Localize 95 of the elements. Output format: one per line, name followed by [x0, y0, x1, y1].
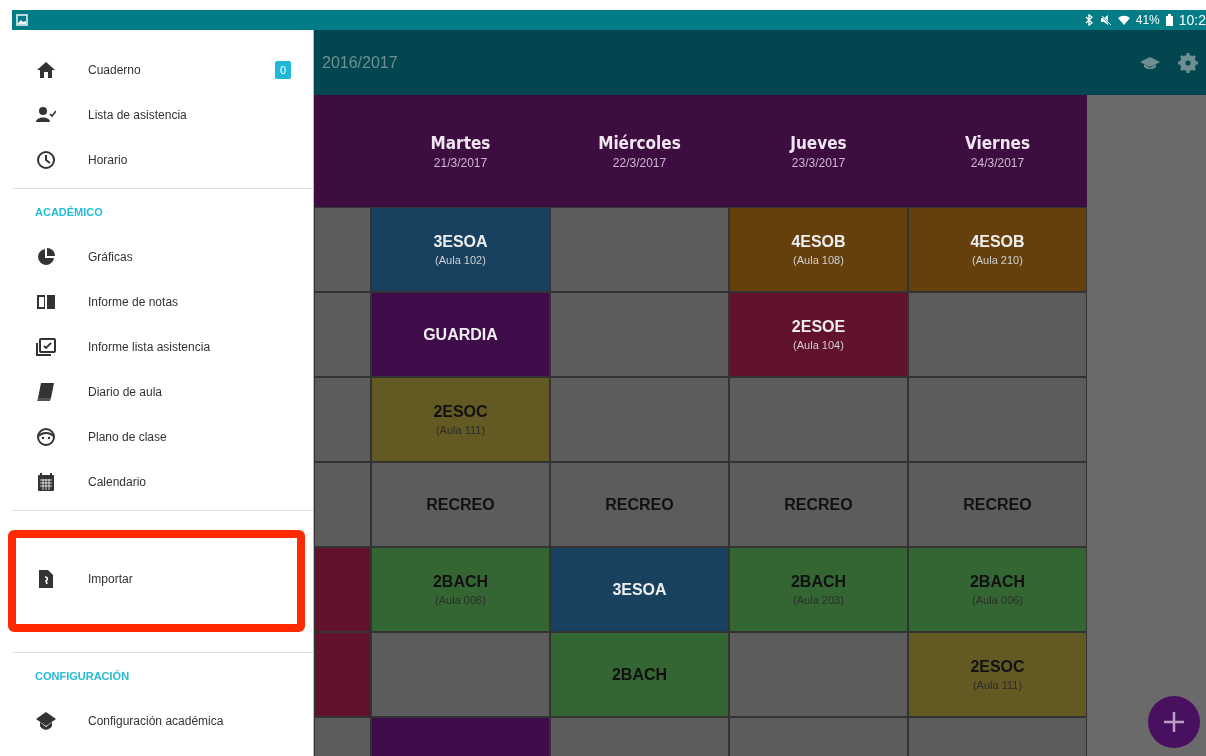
- class-name: RECREO: [963, 495, 1032, 514]
- timetable-cell[interactable]: [729, 377, 908, 462]
- day-date: 21/3/2017: [433, 155, 488, 170]
- drawer-item-label: Importar: [88, 571, 134, 586]
- timetable-cell[interactable]: [314, 632, 371, 717]
- drawer-item-label: Plano de clase: [88, 429, 168, 444]
- drawer-item[interactable]: Lista de asistencia: [12, 92, 313, 137]
- clock-time: 10:2: [1178, 12, 1206, 28]
- drawer-item-label: Informe de notas: [88, 294, 180, 309]
- drawer-item[interactable]: Gráficas: [12, 234, 313, 279]
- class-name: 2ESOE: [791, 318, 846, 336]
- timetable-cell[interactable]: [314, 207, 371, 292]
- day-date: 23/3/2017: [791, 155, 846, 170]
- settings-icon[interactable]: [1178, 52, 1198, 73]
- class-name: RECREO: [784, 495, 853, 514]
- class-name: 2ESOC: [433, 403, 488, 421]
- drawer-item-label: Cuaderno: [88, 62, 142, 77]
- day-name: Jueves: [790, 132, 847, 153]
- count-badge: 0: [274, 60, 291, 79]
- timetable-cell[interactable]: [908, 292, 1087, 377]
- image-icon: [16, 14, 28, 26]
- class-name: 4ESOB: [970, 233, 1025, 251]
- day-name: Viernes: [964, 132, 1031, 153]
- room-label: (Aula 108): [793, 254, 844, 266]
- drawer-item-label: Configuración académica: [88, 713, 225, 728]
- drawer-item[interactable]: Diario de aula: [12, 369, 313, 414]
- class-name: GUARDIA: [423, 325, 498, 344]
- timetable-cell[interactable]: 4ESOB (Aula 108): [729, 207, 908, 292]
- bluetooth-icon: [1083, 14, 1094, 26]
- person-check-icon: [36, 104, 56, 125]
- drawer-item[interactable]: Calendario: [12, 459, 313, 504]
- book-icon: [36, 381, 56, 402]
- drawer-item[interactable]: Informe de notas: [12, 279, 313, 324]
- class-name: 4ESOB: [791, 233, 846, 251]
- timetable-cell[interactable]: 2ESOE (Aula 104): [729, 292, 908, 377]
- battery-icon: [1165, 14, 1173, 26]
- document-icon: [36, 568, 56, 589]
- room-label: (Aula 104): [793, 339, 844, 351]
- timetable-cell[interactable]: GUARDIA: [371, 292, 550, 377]
- timetable-cell[interactable]: [314, 292, 371, 377]
- app-bar-title: 2016/2017: [322, 53, 399, 72]
- class-name: 2BACH: [969, 573, 1026, 591]
- class-name: 2BACH: [432, 573, 489, 591]
- drawer-item[interactable]: Configuración académica: [12, 698, 313, 743]
- class-name: RECREO: [605, 495, 674, 514]
- timetable-cell[interactable]: [314, 547, 371, 632]
- drawer-item[interactable]: Informe lista asistencia: [12, 324, 313, 369]
- day-name: Martes: [430, 132, 491, 153]
- timetable-cell[interactable]: 3ESOA: [550, 547, 729, 632]
- wifi-icon: [1117, 14, 1130, 26]
- calendar-check-icon: [36, 336, 56, 357]
- timetable-cell[interactable]: [314, 462, 371, 547]
- class-name: 2ESOC: [970, 658, 1025, 676]
- plus-icon: [1162, 710, 1186, 734]
- day-date: 22/3/2017: [612, 155, 667, 170]
- class-name: 2BACH: [611, 665, 668, 684]
- drawer-item[interactable]: Plano de clase: [12, 414, 313, 459]
- drawer-item-label: Lista de asistencia: [88, 107, 188, 122]
- timetable-cell[interactable]: [371, 632, 550, 717]
- section-header: CONFIGURACIÓN: [34, 669, 131, 684]
- graduation-cap-icon: [36, 710, 56, 731]
- face-icon: [36, 426, 56, 447]
- drawer-item-label: Gráficas: [88, 249, 134, 264]
- section-header: ACADÉMICO: [34, 205, 104, 220]
- timetable-cell[interactable]: [314, 377, 371, 462]
- drawer-item[interactable]: Importar: [12, 556, 313, 601]
- clock-icon: [36, 149, 56, 170]
- drawer-item[interactable]: Horario: [12, 137, 313, 182]
- class-name: 3ESOA: [612, 580, 667, 599]
- day-name: Miércoles: [598, 132, 681, 153]
- timetable-cell[interactable]: [729, 632, 908, 717]
- timetable-cell[interactable]: [550, 377, 729, 462]
- class-name: 3ESOA: [433, 233, 488, 251]
- drawer-item-label: Calendario: [88, 474, 148, 489]
- add-button[interactable]: [1148, 696, 1200, 748]
- timetable-cell[interactable]: 3ESOA (Aula 102): [371, 207, 550, 292]
- day-date: 24/3/2017: [970, 155, 1025, 170]
- timetable-cell[interactable]: [908, 377, 1087, 462]
- drawer-item-label: Horario: [88, 152, 129, 167]
- timetable-cell[interactable]: 4ESOB (Aula 210): [908, 207, 1087, 292]
- drawer-item-label: Informe lista asistencia: [88, 339, 212, 354]
- pie-chart-icon: [36, 246, 56, 267]
- drawer-item-label: Diario de aula: [88, 384, 164, 399]
- battery-percent: 41%: [1135, 13, 1160, 27]
- class-name: 2BACH: [790, 573, 847, 591]
- timetable-cell[interactable]: [550, 207, 729, 292]
- home-icon: [36, 59, 56, 80]
- timetable-cell[interactable]: [550, 292, 729, 377]
- drawer-item[interactable]: Cuaderno 0: [12, 47, 313, 92]
- room-label: (Aula 203): [793, 594, 844, 606]
- room-label: (Aula 102): [435, 254, 486, 266]
- calendar-icon: [36, 471, 56, 492]
- class-name: RECREO: [426, 495, 495, 514]
- room-label: (Aula 210): [972, 254, 1023, 266]
- muted-speaker-icon: [1099, 14, 1112, 26]
